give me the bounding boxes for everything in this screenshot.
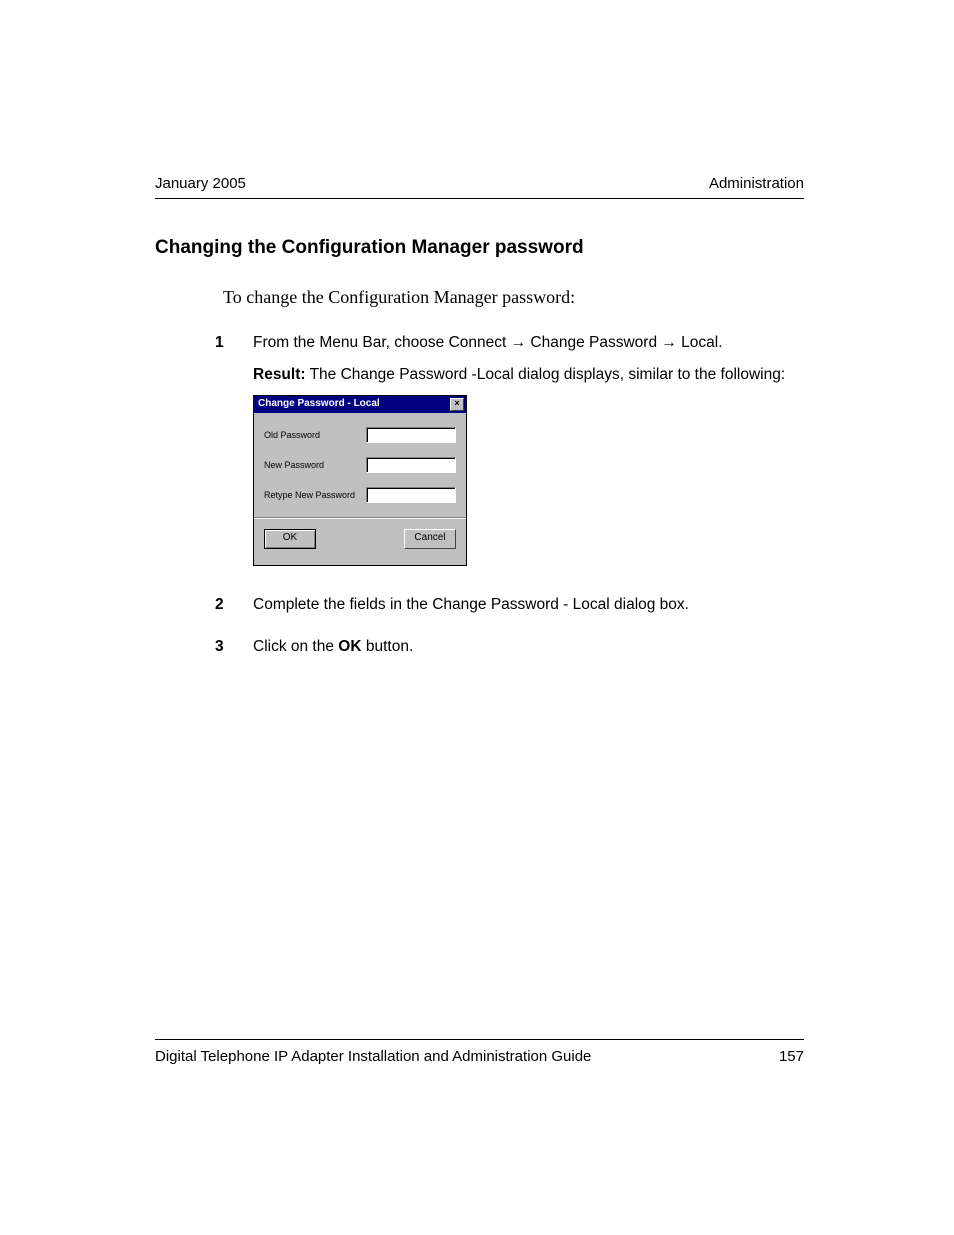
field-retype-password: Retype New Password <box>264 487 456 503</box>
step-number: 2 <box>215 594 253 626</box>
footer-title: Digital Telephone IP Adapter Installatio… <box>155 1048 591 1065</box>
field-label: Retype New Password <box>264 489 366 502</box>
page-header: January 2005 Administration <box>155 175 804 199</box>
header-section: Administration <box>709 175 804 192</box>
step-body: From the Menu Bar, choose Connect → Chan… <box>253 332 804 584</box>
dialog-body: Old Password New Password Retype New Pas… <box>254 413 466 565</box>
step-number: 3 <box>215 636 253 668</box>
field-label: Old Password <box>264 429 366 442</box>
step-body: Complete the fields in the Change Passwo… <box>253 594 804 626</box>
ok-button[interactable]: OK <box>264 529 316 549</box>
result-text: The Change Password -Local dialog displa… <box>306 366 786 383</box>
step-text-pre: Click on the <box>253 638 338 655</box>
cancel-button[interactable]: Cancel <box>404 529 456 549</box>
footer-row: Digital Telephone IP Adapter Installatio… <box>155 1048 804 1065</box>
field-label: New Password <box>264 459 366 472</box>
step-text: From the Menu Bar, choose Connect → Chan… <box>253 332 804 354</box>
old-password-input[interactable] <box>366 427 456 443</box>
step-text-post: button. <box>362 638 414 655</box>
step-2: 2 Complete the fields in the Change Pass… <box>215 594 804 626</box>
step-text-bold: OK <box>338 638 361 655</box>
field-old-password: Old Password <box>264 427 456 443</box>
page-number: 157 <box>779 1048 804 1065</box>
field-new-password: New Password <box>264 457 456 473</box>
retype-password-input[interactable] <box>366 487 456 503</box>
page-footer: Digital Telephone IP Adapter Installatio… <box>155 1039 804 1065</box>
step-text: Complete the fields in the Change Passwo… <box>253 594 804 616</box>
close-icon[interactable]: × <box>450 398 464 411</box>
intro-text: To change the Configuration Manager pass… <box>223 287 804 308</box>
step-text: Click on the OK button. <box>253 636 804 658</box>
header-date: January 2005 <box>155 175 246 192</box>
change-password-dialog: Change Password - Local × Old Password N… <box>253 395 467 566</box>
step-number: 1 <box>215 332 253 584</box>
result-label: Result: <box>253 366 306 383</box>
dialog-separator <box>254 517 466 519</box>
footer-rule <box>155 1039 804 1040</box>
document-page: January 2005 Administration Changing the… <box>0 0 954 1235</box>
step-1: 1 From the Menu Bar, choose Connect → Ch… <box>215 332 804 584</box>
step-3: 3 Click on the OK button. <box>215 636 804 668</box>
new-password-input[interactable] <box>366 457 456 473</box>
step-body: Click on the OK button. <box>253 636 804 668</box>
dialog-title-text: Change Password - Local <box>258 397 380 411</box>
dialog-titlebar: Change Password - Local × <box>254 396 466 413</box>
dialog-button-row: OK Cancel <box>264 529 456 559</box>
step-result: Result: The Change Password -Local dialo… <box>253 364 804 386</box>
section-heading: Changing the Configuration Manager passw… <box>155 237 804 259</box>
